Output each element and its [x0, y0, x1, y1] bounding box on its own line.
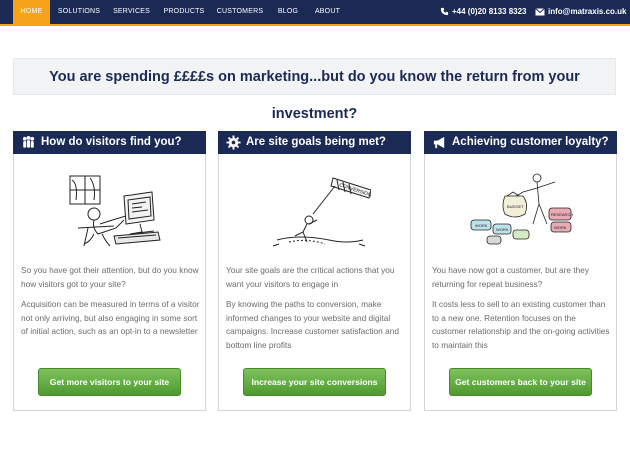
- get-more-visitors-button[interactable]: Get more visitors to your site: [38, 368, 181, 396]
- nav-solutions[interactable]: SOLUTIONS: [55, 0, 103, 24]
- budget-label: BUDGET: [507, 204, 524, 209]
- card-title: Are site goals being met?: [246, 136, 386, 148]
- card-header: How do visitors find you?: [13, 131, 206, 154]
- email-address: info@matraxis.co.uk: [548, 7, 627, 16]
- top-nav-bar: HOME SOLUTIONS SERVICES PRODUCTS CUSTOME…: [0, 0, 630, 26]
- work-label-2: WORK: [496, 227, 509, 232]
- card-visitors: How do visitors find you? So you have go…: [13, 131, 206, 411]
- card-intro-text: So you have got their attention, but do …: [21, 265, 199, 289]
- people-icon: [22, 135, 35, 148]
- research-label: RESEARCH: [551, 212, 573, 217]
- envelope-icon: [535, 8, 545, 16]
- card-body-text: It costs less to sell to an existing cus…: [432, 299, 610, 350]
- nav-home[interactable]: HOME: [13, 0, 50, 24]
- card-loyalty: Achieving customer loyalty? BUDGET WORK …: [424, 131, 617, 411]
- gear-icon: [226, 135, 241, 150]
- nav-products[interactable]: PRODUCTS: [160, 0, 208, 24]
- card-goals: Are site goals being met? CONVERSIONS Yo…: [218, 131, 411, 411]
- nav-about[interactable]: ABOUT: [310, 0, 345, 24]
- headline-banner: You are spending ££££s on marketing...bu…: [13, 58, 616, 122]
- nav-blog[interactable]: BLOG: [273, 0, 303, 24]
- headline-title: You are spending ££££s on marketing...bu…: [49, 69, 580, 122]
- card-header: Are site goals being met?: [218, 131, 411, 154]
- increase-conversions-button[interactable]: Increase your site conversions: [243, 368, 386, 396]
- phone-icon: [440, 7, 449, 16]
- nav-phone[interactable]: +44 (0)20 8133 8323: [440, 0, 527, 24]
- card-intro-text: You have now got a customer, but are the…: [432, 265, 589, 289]
- card-intro-text: Your site goals are the critical actions…: [226, 265, 395, 289]
- phone-number: +44 (0)20 8133 8323: [452, 7, 527, 16]
- card-title: How do visitors find you?: [41, 136, 182, 148]
- megaphone-icon: [433, 136, 445, 149]
- card-title: Achieving customer loyalty?: [452, 136, 609, 148]
- card-header: Achieving customer loyalty?: [424, 131, 617, 154]
- work-label-3: WORK: [554, 225, 567, 230]
- nav-email[interactable]: info@matraxis.co.uk: [535, 0, 627, 24]
- nav-services[interactable]: SERVICES: [109, 0, 154, 24]
- computer-user-illustration: [69, 175, 161, 247]
- nav-customers[interactable]: CUSTOMERS: [214, 0, 266, 24]
- card-body-text: Acquisition can be measured in terms of …: [21, 299, 200, 337]
- get-customers-back-button[interactable]: Get customers back to your site: [449, 368, 592, 396]
- card-body-text: By knowing the paths to conversion, make…: [226, 299, 399, 350]
- work-label-1: WORK: [475, 223, 488, 228]
- conversions-climber-illustration: CONVERSIONS: [272, 177, 371, 247]
- budget-juggler-illustration: BUDGET WORK WORK RESEARCH WORK: [470, 173, 573, 245]
